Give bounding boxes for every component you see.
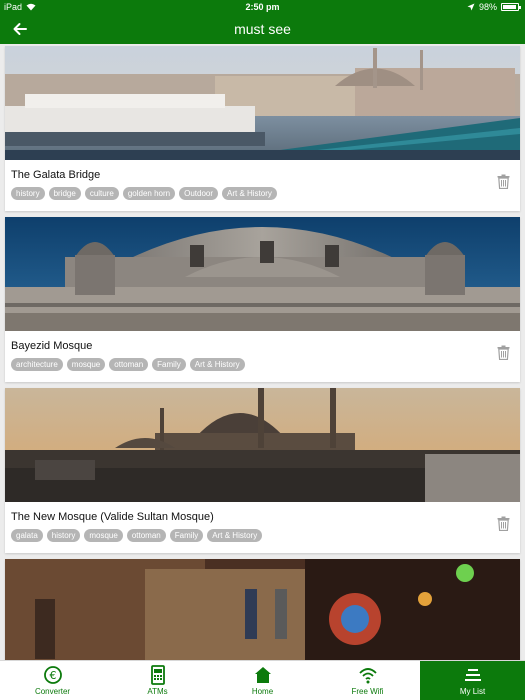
tag[interactable]: Family (152, 358, 186, 371)
place-card[interactable]: The New Mosque (Valide Sultan Mosque) ga… (5, 388, 520, 553)
tab-label: Home (251, 687, 274, 696)
tag[interactable]: Art & History (189, 358, 245, 371)
delete-trash-icon[interactable] (497, 345, 510, 360)
tab-free-wifi[interactable]: Free Wifi (315, 661, 420, 700)
tab-label: My List (459, 687, 486, 696)
currency-icon: € (43, 666, 62, 684)
status-bar: iPad 2:50 pm 98% (0, 0, 525, 14)
place-name: Bayezid Mosque (11, 340, 93, 352)
place-photo (5, 559, 520, 660)
tag[interactable]: Art & History (207, 529, 263, 542)
tab-bar: € Converter ATMs Home Free Wifi My List (0, 660, 525, 700)
tab-label: Converter (34, 687, 71, 696)
tag[interactable]: Outdoor (179, 187, 218, 200)
tag[interactable]: mosque (84, 529, 123, 542)
list-icon (464, 669, 481, 681)
place-card-body: The Galata Bridge history bridge culture… (5, 160, 520, 211)
place-name: The Galata Bridge (11, 169, 101, 181)
svg-text:€: € (49, 669, 56, 682)
tab-converter[interactable]: € Converter (0, 661, 105, 700)
atm-icon (150, 665, 165, 685)
tag[interactable]: bridge (48, 187, 81, 200)
place-photo (5, 217, 520, 331)
place-photo (5, 46, 520, 160)
battery-percent: 98% (478, 2, 497, 12)
place-card[interactable]: Bayezid Mosque architecture mosque ottom… (5, 217, 520, 382)
wifi-icon (358, 668, 377, 684)
location-icon (467, 3, 475, 11)
tag-list: architecture mosque ottoman Family Art &… (11, 358, 514, 371)
tag[interactable]: ottoman (126, 529, 166, 542)
tab-label: ATMs (147, 687, 168, 696)
status-time: 2:50 pm (245, 2, 280, 12)
place-card-body: The New Mosque (Valide Sultan Mosque) ga… (5, 502, 520, 553)
tag[interactable]: history (11, 187, 45, 200)
tag[interactable]: ottoman (109, 358, 149, 371)
page-title: must see (234, 21, 291, 37)
tag[interactable]: mosque (66, 358, 106, 371)
tab-my-list[interactable]: My List (420, 661, 525, 700)
delete-trash-icon[interactable] (497, 516, 510, 531)
tag[interactable]: golden horn (122, 187, 176, 200)
tag[interactable]: Art & History (222, 187, 277, 200)
place-list[interactable]: The Galata Bridge history bridge culture… (0, 44, 525, 660)
delete-trash-icon[interactable] (497, 174, 510, 189)
nav-bar: must see (0, 14, 525, 44)
tab-atms[interactable]: ATMs (105, 661, 210, 700)
place-name: The New Mosque (Valide Sultan Mosque) (11, 511, 214, 523)
tab-label: Free Wifi (351, 687, 384, 696)
tag-list: history bridge culture golden horn Outdo… (11, 187, 514, 200)
tag[interactable]: history (46, 529, 81, 542)
place-card-body: Bayezid Mosque architecture mosque ottom… (5, 331, 520, 382)
place-photo (5, 388, 520, 502)
tag[interactable]: Family (169, 529, 204, 542)
tag[interactable]: galata (11, 529, 43, 542)
tab-home[interactable]: Home (210, 661, 315, 700)
home-icon (254, 667, 271, 683)
tag[interactable]: architecture (11, 358, 63, 371)
tag[interactable]: culture (84, 187, 119, 200)
tag-list: galata history mosque ottoman Family Art… (11, 529, 514, 542)
place-card[interactable]: The Galata Bridge history bridge culture… (5, 46, 520, 211)
battery-icon (501, 3, 521, 11)
place-card[interactable] (5, 559, 520, 660)
